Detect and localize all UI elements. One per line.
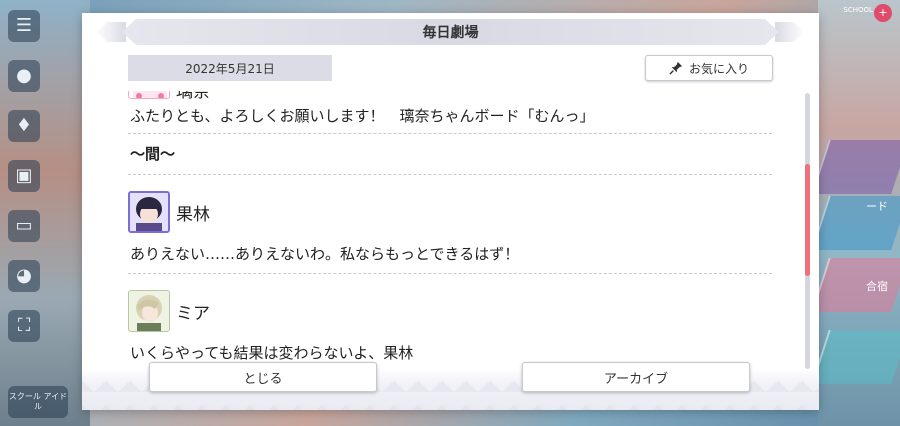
pin-icon (669, 61, 683, 75)
chat-icon[interactable]: ● (8, 60, 40, 92)
speaker-row: 璃奈 (128, 91, 772, 99)
mia-avatar (128, 290, 170, 332)
gift-icon[interactable]: ▣ (8, 160, 40, 192)
message-text: ふたりとも、よろしくお願いします！ 璃奈ちゃんボード「むんっ」 (130, 107, 595, 125)
menu-icon[interactable]: ☰ (8, 10, 40, 42)
screen-icon[interactable]: ▭ (8, 210, 40, 242)
message-divider (128, 174, 772, 175)
dialog-title: 毎日劇場 (122, 19, 779, 45)
camp-tile-label: 合宿 (866, 280, 888, 293)
date-label: 2022年5月21日 (128, 55, 332, 81)
rina-avatar (128, 91, 170, 99)
message-text: ありえない……ありえないわ。私ならもっとできるはず！ (130, 245, 520, 263)
speaker-name: 果林 (176, 204, 210, 225)
speaker-row: 果林 (128, 189, 772, 235)
mascot-icon[interactable]: ◕ (8, 260, 40, 292)
fullscreen-icon[interactable]: ⛶ (8, 310, 40, 342)
speaker-name: 璃奈 (176, 91, 210, 99)
karin-avatar (128, 191, 170, 233)
scene-break-text: 〜間〜 (130, 145, 176, 163)
theater-script-list[interactable]: 璃奈 ふたりとも、よろしくお願いします！ 璃奈ちゃんボード「むんっ」 〜間〜 果… (128, 91, 772, 371)
scrollbar-thumb[interactable] (805, 164, 810, 276)
scrollbar[interactable] (805, 93, 810, 369)
message-divider (128, 273, 772, 274)
favorite-label: お気に入り (688, 61, 749, 76)
archive-button[interactable]: アーカイブ (522, 362, 750, 392)
speaker-row: ミア (128, 288, 772, 334)
title-decoration-right (775, 22, 805, 42)
favorite-button[interactable]: お気に入り (645, 55, 773, 81)
right-tile-label: ード (866, 200, 888, 213)
notification-badge: + (874, 4, 892, 22)
close-button[interactable]: とじる (149, 362, 377, 392)
bottom-left-menu-button[interactable]: スクール アイドル (8, 386, 68, 418)
daily-theater-dialog: 毎日劇場 2022年5月21日 お気に入り 璃奈 ふたりとも、よろしくお願いしま… (82, 13, 819, 410)
title-decoration-left (96, 22, 126, 42)
speaker-name: ミア (176, 303, 210, 324)
shirt-icon[interactable]: ♦ (8, 110, 40, 142)
